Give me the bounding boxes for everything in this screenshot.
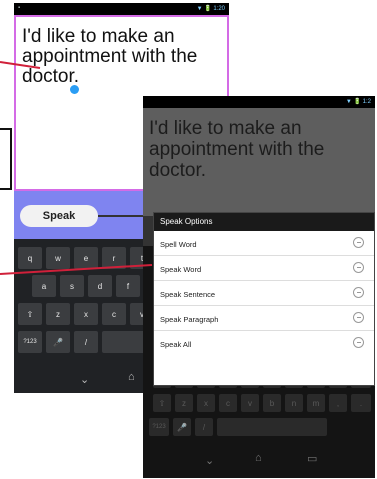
callout-line-bottom: [0, 264, 153, 275]
callout-line-top: [0, 61, 41, 69]
callout-arrows: [0, 61, 153, 275]
